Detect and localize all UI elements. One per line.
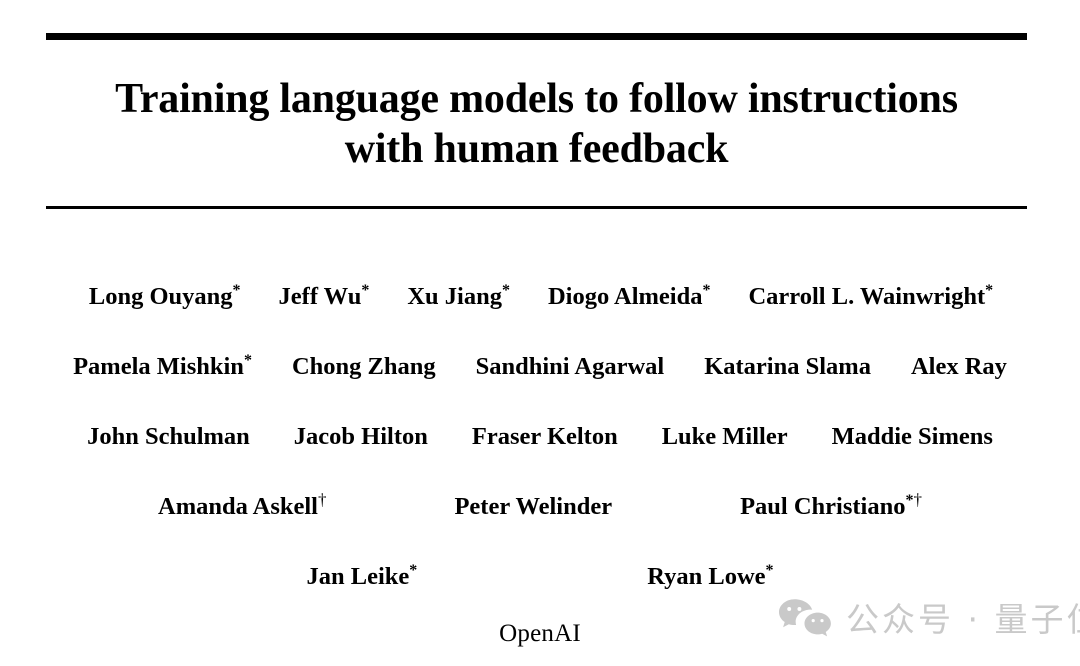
- author-name: Jan Leike*: [306, 561, 418, 590]
- author-name: Ryan Lowe*: [647, 561, 774, 590]
- author-footnote-mark: †: [317, 489, 327, 509]
- author-affiliation-mark: *: [501, 281, 510, 299]
- author-row: Long Ouyang* Jeff Wu* Xu Jiang* Diogo Al…: [0, 262, 1080, 332]
- author-row: Jan Leike* Ryan Lowe*: [0, 542, 1080, 612]
- author-name: Amanda Askell†: [158, 489, 327, 520]
- author-name: Peter Welinder: [454, 493, 613, 520]
- paper-title-page: Training language models to follow instr…: [0, 0, 1080, 666]
- title-line-2: with human feedback: [344, 126, 729, 172]
- author-name: Alex Ray: [910, 353, 1007, 380]
- author-name: Jacob Hilton: [293, 423, 428, 450]
- author-name: Jeff Wu*: [278, 281, 370, 310]
- author-affiliation-mark: *: [243, 351, 252, 369]
- author-affiliation-mark: *: [985, 281, 994, 299]
- author-list: Long Ouyang* Jeff Wu* Xu Jiang* Diogo Al…: [0, 262, 1080, 612]
- author-name: John Schulman: [87, 423, 250, 450]
- author-row: Amanda Askell† Peter Welinder Paul Chris…: [0, 472, 1080, 542]
- author-affiliation-mark: *: [765, 561, 774, 579]
- author-name: Chong Zhang: [291, 353, 436, 380]
- author-name: Xu Jiang*: [407, 281, 510, 310]
- author-row: Pamela Mishkin* Chong Zhang Sandhini Aga…: [0, 332, 1080, 402]
- author-name: Diogo Almeida*: [547, 281, 711, 310]
- author-name: Carroll L. Wainwright*: [748, 281, 994, 310]
- author-footnote-mark: †: [913, 489, 923, 509]
- title-line-1: Training language models to follow instr…: [115, 76, 958, 122]
- author-row: John Schulman Jacob Hilton Fraser Kelton…: [0, 402, 1080, 472]
- author-name: Katarina Slama: [704, 353, 871, 380]
- author-name: Long Ouyang*: [88, 281, 241, 310]
- author-name: Pamela Mishkin*: [73, 351, 252, 380]
- affiliation: OpenAI: [499, 620, 581, 647]
- header-rule-thin: [46, 206, 1027, 209]
- page-title: Training language models to follow instr…: [46, 74, 1027, 174]
- author-affiliation-mark: *: [409, 561, 418, 579]
- author-name: Fraser Kelton: [471, 423, 618, 450]
- author-affiliation-mark: *: [905, 491, 914, 509]
- author-name: Sandhini Agarwal: [475, 353, 665, 380]
- author-name: Paul Christiano*†: [740, 489, 923, 520]
- header-rule-thick: [46, 33, 1027, 40]
- author-affiliation-mark: *: [232, 281, 241, 299]
- author-name: Maddie Simens: [831, 423, 993, 450]
- author-affiliation-mark: *: [702, 281, 711, 299]
- author-affiliation-mark: *: [361, 281, 370, 299]
- author-name: Luke Miller: [661, 423, 788, 450]
